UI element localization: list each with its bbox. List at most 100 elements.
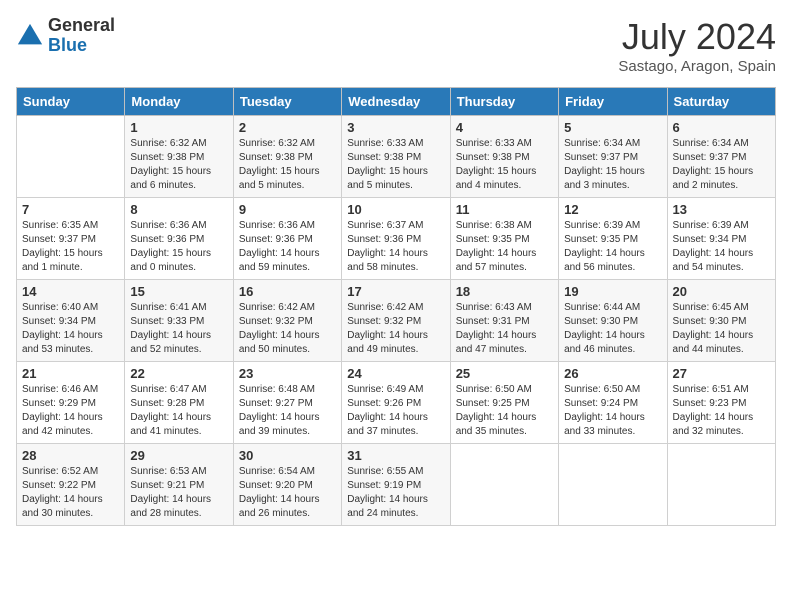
calendar-cell: 7 Sunrise: 6:35 AM Sunset: 9:37 PM Daylig…	[17, 198, 125, 280]
location: Sastago, Aragon, Spain	[618, 58, 776, 75]
cell-content: Sunrise: 6:32 AM Sunset: 9:38 PM Dayligh…	[130, 137, 227, 193]
day-number: 21	[22, 366, 119, 381]
cell-content: Sunrise: 6:42 AM Sunset: 9:32 PM Dayligh…	[347, 301, 444, 357]
calendar-cell: 31Sunrise: 6:55 AM Sunset: 9:19 PM Dayli…	[342, 444, 450, 526]
calendar-week-row: 14 Sunrise: 6:40 AM Sunset: 9:34 PM Dayli…	[17, 280, 776, 362]
calendar-cell: 25Sunrise: 6:50 AM Sunset: 9:25 PM Dayli…	[450, 362, 558, 444]
day-number: 29	[130, 448, 227, 463]
month-year: July 2024	[618, 16, 776, 58]
day-number: 24	[347, 366, 444, 381]
day-number: 12	[564, 202, 661, 217]
calendar-cell	[450, 444, 558, 526]
header-thursday: Thursday	[450, 88, 558, 116]
calendar-cell: 14 Sunrise: 6:40 AM Sunset: 9:34 PM Dayli…	[17, 280, 125, 362]
day-number: 27	[673, 366, 770, 381]
calendar-cell: 22Sunrise: 6:47 AM Sunset: 9:28 PM Dayli…	[125, 362, 233, 444]
cell-content: Sunrise: 6:54 AM Sunset: 9:20 PM Dayligh…	[239, 465, 336, 521]
calendar-cell: 20Sunrise: 6:45 AM Sunset: 9:30 PM Dayli…	[667, 280, 775, 362]
logo-general: General	[48, 16, 115, 36]
cell-content: Sunrise: 6:49 AM Sunset: 9:26 PM Dayligh…	[347, 383, 444, 439]
header-monday: Monday	[125, 88, 233, 116]
calendar-week-row: 21 Sunrise: 6:46 AM Sunset: 9:29 PM Dayli…	[17, 362, 776, 444]
cell-content: Sunrise: 6:33 AM Sunset: 9:38 PM Dayligh…	[347, 137, 444, 193]
day-number: 16	[239, 284, 336, 299]
cell-content: Sunrise: 6:55 AM Sunset: 9:19 PM Dayligh…	[347, 465, 444, 521]
day-number: 7	[22, 202, 119, 217]
calendar-cell: 30 Sunrise: 6:54 AM Sunset: 9:20 PM Dayli…	[233, 444, 341, 526]
day-number: 26	[564, 366, 661, 381]
calendar-header-row: SundayMondayTuesdayWednesdayThursdayFrid…	[17, 88, 776, 116]
day-number: 18	[456, 284, 553, 299]
cell-content: Sunrise: 6:52 AM Sunset: 9:22 PM Dayligh…	[22, 465, 119, 521]
calendar-cell: 10 Sunrise: 6:37 AM Sunset: 9:36 PM Dayli…	[342, 198, 450, 280]
cell-content: Sunrise: 6:33 AM Sunset: 9:38 PM Dayligh…	[456, 137, 553, 193]
day-number: 19	[564, 284, 661, 299]
logo-text: General Blue	[48, 16, 115, 56]
cell-content: Sunrise: 6:36 AM Sunset: 9:36 PM Dayligh…	[239, 219, 336, 275]
cell-content: Sunrise: 6:36 AM Sunset: 9:36 PM Dayligh…	[130, 219, 227, 275]
page-header: General Blue July 2024 Sastago, Aragon, …	[16, 16, 776, 75]
calendar-cell: 6 Sunrise: 6:34 AM Sunset: 9:37 PM Daylig…	[667, 116, 775, 198]
calendar-cell: 12 Sunrise: 6:39 AM Sunset: 9:35 PM Dayli…	[559, 198, 667, 280]
day-number: 2	[239, 120, 336, 135]
day-number: 23	[239, 366, 336, 381]
day-number: 14	[22, 284, 119, 299]
calendar-cell: 19 Sunrise: 6:44 AM Sunset: 9:30 PM Dayli…	[559, 280, 667, 362]
cell-content: Sunrise: 6:43 AM Sunset: 9:31 PM Dayligh…	[456, 301, 553, 357]
logo-blue: Blue	[48, 36, 115, 56]
calendar-cell: 21 Sunrise: 6:46 AM Sunset: 9:29 PM Dayli…	[17, 362, 125, 444]
calendar-cell: 1Sunrise: 6:32 AM Sunset: 9:38 PM Daylig…	[125, 116, 233, 198]
day-number: 6	[673, 120, 770, 135]
calendar-week-row: 28 Sunrise: 6:52 AM Sunset: 9:22 PM Dayli…	[17, 444, 776, 526]
calendar-cell: 28 Sunrise: 6:52 AM Sunset: 9:22 PM Dayli…	[17, 444, 125, 526]
day-number: 13	[673, 202, 770, 217]
cell-content: Sunrise: 6:46 AM Sunset: 9:29 PM Dayligh…	[22, 383, 119, 439]
day-number: 9	[239, 202, 336, 217]
cell-content: Sunrise: 6:39 AM Sunset: 9:34 PM Dayligh…	[673, 219, 770, 275]
calendar-cell: 9 Sunrise: 6:36 AM Sunset: 9:36 PM Daylig…	[233, 198, 341, 280]
cell-content: Sunrise: 6:41 AM Sunset: 9:33 PM Dayligh…	[130, 301, 227, 357]
calendar-cell	[559, 444, 667, 526]
day-number: 15	[130, 284, 227, 299]
calendar-cell: 11 Sunrise: 6:38 AM Sunset: 9:35 PM Dayli…	[450, 198, 558, 280]
day-number: 3	[347, 120, 444, 135]
cell-content: Sunrise: 6:53 AM Sunset: 9:21 PM Dayligh…	[130, 465, 227, 521]
cell-content: Sunrise: 6:32 AM Sunset: 9:38 PM Dayligh…	[239, 137, 336, 193]
cell-content: Sunrise: 6:34 AM Sunset: 9:37 PM Dayligh…	[673, 137, 770, 193]
calendar-cell: 3 Sunrise: 6:33 AM Sunset: 9:38 PM Daylig…	[342, 116, 450, 198]
day-number: 11	[456, 202, 553, 217]
calendar-week-row: 7 Sunrise: 6:35 AM Sunset: 9:37 PM Daylig…	[17, 198, 776, 280]
calendar-week-row: 1Sunrise: 6:32 AM Sunset: 9:38 PM Daylig…	[17, 116, 776, 198]
calendar-cell: 26Sunrise: 6:50 AM Sunset: 9:24 PM Dayli…	[559, 362, 667, 444]
calendar-cell: 18 Sunrise: 6:43 AM Sunset: 9:31 PM Dayli…	[450, 280, 558, 362]
cell-content: Sunrise: 6:47 AM Sunset: 9:28 PM Dayligh…	[130, 383, 227, 439]
cell-content: Sunrise: 6:48 AM Sunset: 9:27 PM Dayligh…	[239, 383, 336, 439]
header-tuesday: Tuesday	[233, 88, 341, 116]
cell-content: Sunrise: 6:40 AM Sunset: 9:34 PM Dayligh…	[22, 301, 119, 357]
cell-content: Sunrise: 6:44 AM Sunset: 9:30 PM Dayligh…	[564, 301, 661, 357]
cell-content: Sunrise: 6:51 AM Sunset: 9:23 PM Dayligh…	[673, 383, 770, 439]
calendar-cell: 17Sunrise: 6:42 AM Sunset: 9:32 PM Dayli…	[342, 280, 450, 362]
cell-content: Sunrise: 6:35 AM Sunset: 9:37 PM Dayligh…	[22, 219, 119, 275]
cell-content: Sunrise: 6:39 AM Sunset: 9:35 PM Dayligh…	[564, 219, 661, 275]
day-number: 8	[130, 202, 227, 217]
title-block: July 2024 Sastago, Aragon, Spain	[618, 16, 776, 75]
day-number: 28	[22, 448, 119, 463]
day-number: 25	[456, 366, 553, 381]
calendar-cell: 13 Sunrise: 6:39 AM Sunset: 9:34 PM Dayli…	[667, 198, 775, 280]
calendar-cell: 16Sunrise: 6:42 AM Sunset: 9:32 PM Dayli…	[233, 280, 341, 362]
calendar-cell: 5Sunrise: 6:34 AM Sunset: 9:37 PM Daylig…	[559, 116, 667, 198]
day-number: 10	[347, 202, 444, 217]
logo-icon	[16, 22, 44, 50]
cell-content: Sunrise: 6:38 AM Sunset: 9:35 PM Dayligh…	[456, 219, 553, 275]
calendar-cell: 8 Sunrise: 6:36 AM Sunset: 9:36 PM Daylig…	[125, 198, 233, 280]
day-number: 30	[239, 448, 336, 463]
calendar-cell: 2 Sunrise: 6:32 AM Sunset: 9:38 PM Daylig…	[233, 116, 341, 198]
header-saturday: Saturday	[667, 88, 775, 116]
calendar-table: SundayMondayTuesdayWednesdayThursdayFrid…	[16, 87, 776, 526]
calendar-cell: 4 Sunrise: 6:33 AM Sunset: 9:38 PM Daylig…	[450, 116, 558, 198]
day-number: 20	[673, 284, 770, 299]
header-friday: Friday	[559, 88, 667, 116]
cell-content: Sunrise: 6:37 AM Sunset: 9:36 PM Dayligh…	[347, 219, 444, 275]
day-number: 4	[456, 120, 553, 135]
